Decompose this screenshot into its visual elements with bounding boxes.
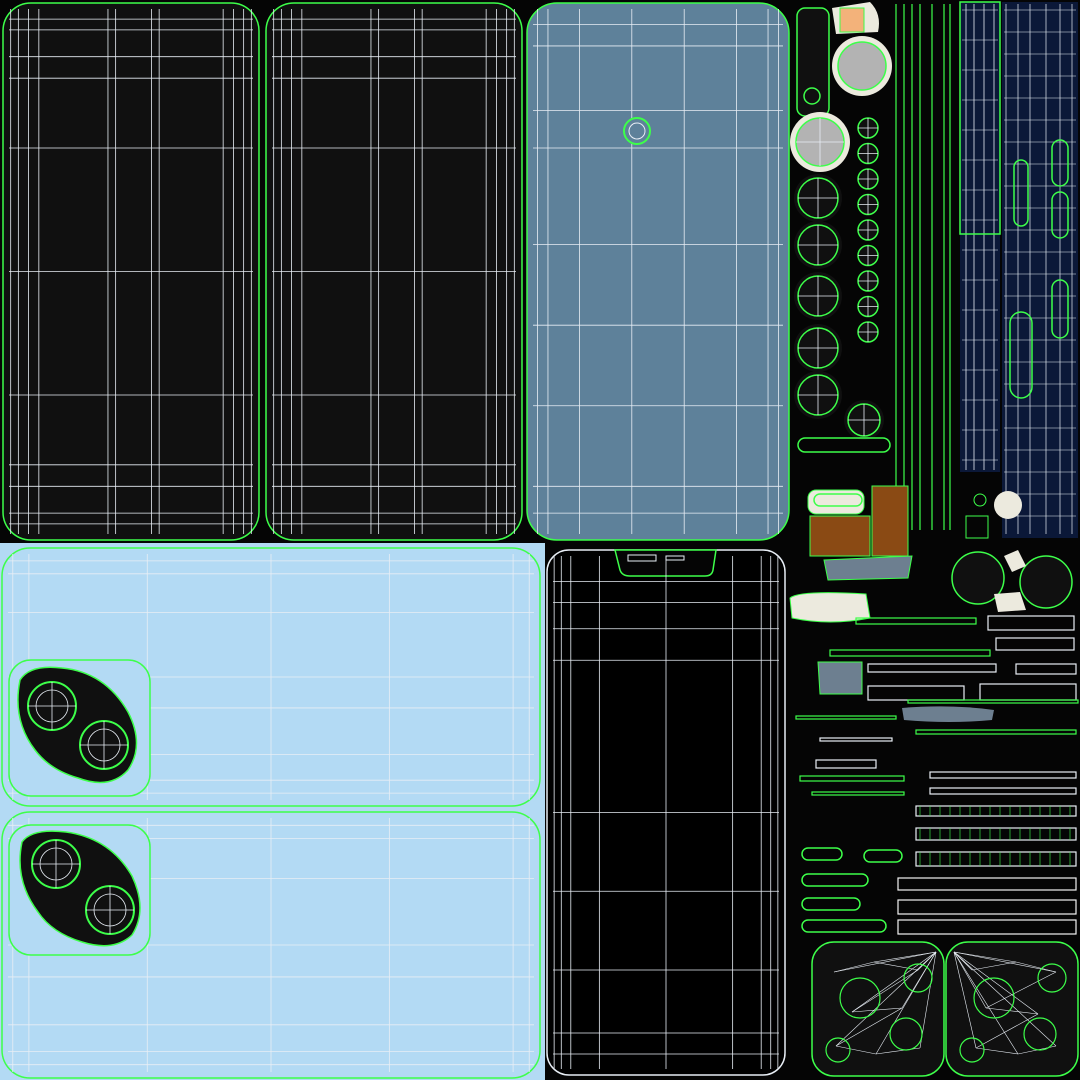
button-strips: [892, 1, 1078, 538]
front-display-panel: [546, 549, 786, 1076]
display-notch: [614, 549, 717, 577]
rear-housing-bottom: [1, 811, 541, 1079]
corner-pad-left: [811, 941, 945, 1077]
camera-lens-icon: [79, 720, 129, 770]
camera-lens-icon: [27, 681, 77, 731]
uv-texture-sheet: [0, 0, 1080, 1080]
back-panel-right: [265, 2, 523, 541]
camera-lens-icon: [85, 885, 135, 935]
corner-pad-right: [945, 941, 1079, 1077]
back-panel-left: [2, 2, 260, 541]
camera-lens-icon: [31, 839, 81, 889]
front-camera-ring-icon: [623, 117, 651, 145]
rear-housing-top: [1, 547, 541, 807]
screen-panel-blue: [526, 2, 790, 541]
